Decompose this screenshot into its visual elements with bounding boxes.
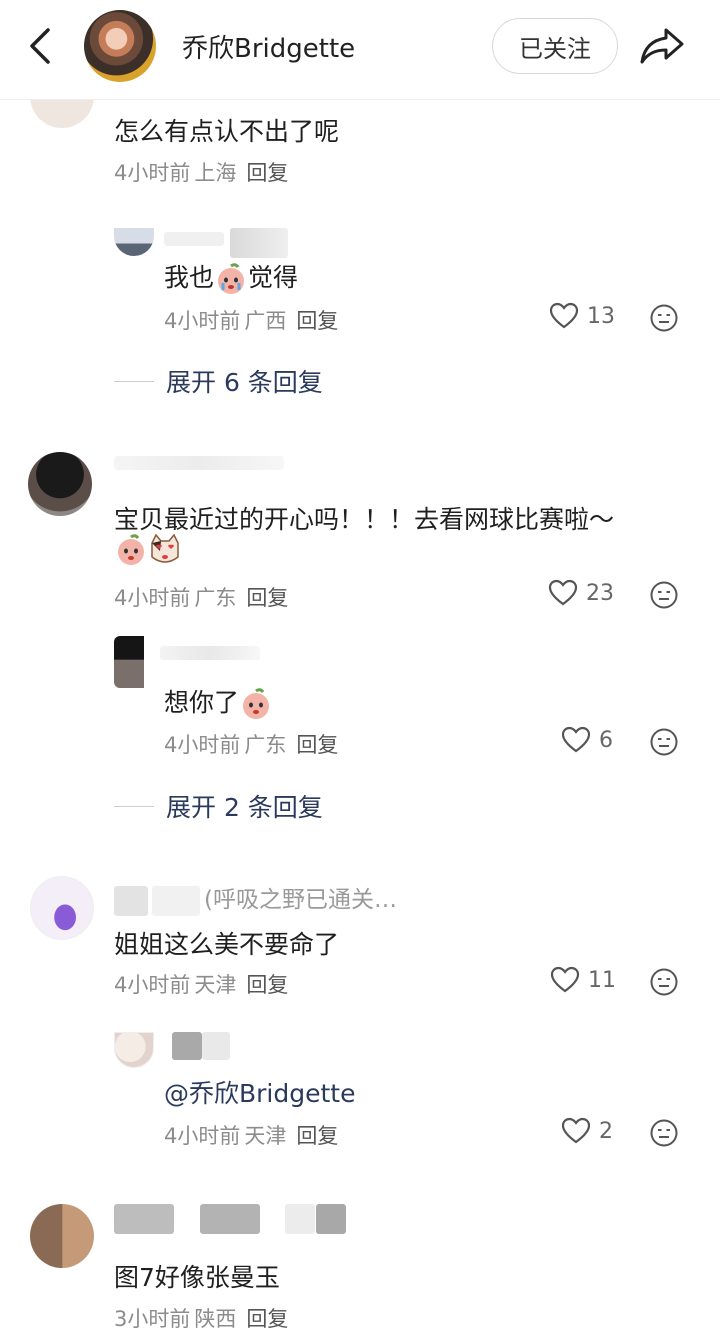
peach-sticker-icon [118, 534, 144, 565]
reply-button[interactable]: 回复 [246, 973, 288, 997]
commenter-avatar[interactable] [30, 1204, 94, 1268]
blurred-username [114, 456, 284, 470]
reply-text: 想你了 [164, 683, 273, 721]
profile-avatar[interactable] [84, 10, 156, 82]
top-bar: 乔欣Bridgette 已关注 [0, 0, 720, 100]
reply-button[interactable]: 回复 [246, 1307, 288, 1331]
blurred-username [172, 1032, 202, 1060]
follow-button[interactable]: 已关注 [492, 18, 618, 74]
like-button[interactable]: 11 [550, 966, 616, 994]
reply-button[interactable]: 回复 [296, 1124, 338, 1148]
peach-sticker-icon [243, 688, 270, 719]
comment-location: 上海 [194, 161, 237, 185]
heart-outline-icon [561, 726, 591, 753]
comment-meta: 4小时前 上海 回复 [114, 157, 288, 187]
reply-button[interactable]: 回复 [296, 733, 338, 757]
share-arrow-icon [640, 28, 684, 64]
blurred-username [114, 1204, 174, 1234]
blurred-username [114, 886, 148, 916]
partial-username: (呼吸之野已通关… [204, 887, 397, 913]
comment-meta: 4小时前 广东 回复 [114, 586, 289, 610]
heart-eyes-cat-sticker-icon [151, 533, 179, 563]
comment-text: 姐姐这么美不要命了 [114, 930, 340, 959]
like-button[interactable]: 6 [561, 726, 613, 754]
like-count: 23 [586, 580, 614, 606]
expand-replies-button[interactable]: 展开 2 条回复 [114, 788, 323, 824]
emoji-face-icon[interactable] [649, 580, 679, 610]
comment-stickers [114, 533, 182, 567]
replier-avatar[interactable] [114, 636, 144, 688]
divider-line [114, 380, 154, 382]
replier-avatar[interactable] [114, 1032, 154, 1068]
like-count: 6 [599, 727, 613, 753]
blurred-username [230, 228, 288, 258]
like-button[interactable]: 23 [548, 579, 614, 607]
blurred-username [200, 1204, 260, 1234]
heart-outline-icon [548, 579, 578, 606]
blurred-username [202, 1032, 230, 1060]
crying-peach-sticker-icon [218, 263, 245, 294]
heart-outline-icon [550, 966, 580, 993]
reply-button[interactable]: 回复 [296, 309, 338, 333]
like-count: 13 [587, 303, 615, 329]
blurred-username [316, 1204, 346, 1234]
blurred-username [285, 1204, 315, 1234]
reply-meta: 4小时前 广东 回复 [164, 733, 339, 757]
comment-text: 怎么有点认不出了呢 [114, 117, 340, 146]
reply-meta: 4小时前 广西 回复 [164, 309, 339, 333]
emoji-face-icon[interactable] [649, 967, 679, 997]
replier-avatar[interactable] [114, 228, 154, 256]
emoji-face-icon[interactable] [649, 727, 679, 757]
comment-time: 4小时前 [114, 161, 191, 185]
share-button[interactable] [638, 24, 686, 68]
reply-meta: 4小时前 天津 回复 [164, 1124, 339, 1148]
profile-username[interactable]: 乔欣Bridgette [182, 28, 355, 65]
expand-replies-button[interactable]: 展开 6 条回复 [114, 363, 323, 399]
heart-outline-icon [549, 302, 579, 329]
blurred-username [164, 232, 224, 246]
blurred-username [152, 886, 200, 916]
reply-button[interactable]: 回复 [246, 586, 288, 610]
mention-link[interactable]: @乔欣Bridgette [164, 1074, 355, 1110]
emoji-face-icon[interactable] [649, 1118, 679, 1148]
like-count: 11 [588, 967, 616, 993]
commenter-avatar[interactable] [30, 876, 94, 940]
comment-meta: 4小时前 天津 回复 [114, 973, 289, 997]
like-button[interactable]: 2 [561, 1117, 613, 1145]
divider-line [114, 805, 154, 807]
heart-outline-icon [561, 1117, 591, 1144]
back-button[interactable] [22, 24, 62, 68]
chevron-left-icon [30, 28, 50, 64]
blurred-username [160, 646, 260, 660]
emoji-face-icon[interactable] [649, 303, 679, 333]
like-button[interactable]: 13 [549, 302, 615, 330]
comment-text: 宝贝最近过的开心吗！！！去看网球比赛啦～ [114, 505, 615, 534]
commenter-avatar[interactable] [28, 452, 92, 516]
comment-text: 图7好像张曼玉 [114, 1263, 280, 1292]
comment-meta: 3小时前 陕西 回复 [114, 1307, 289, 1331]
reply-button[interactable]: 回复 [246, 161, 288, 185]
reply-text: 我也 觉得 [164, 258, 298, 296]
like-count: 2 [599, 1118, 613, 1144]
